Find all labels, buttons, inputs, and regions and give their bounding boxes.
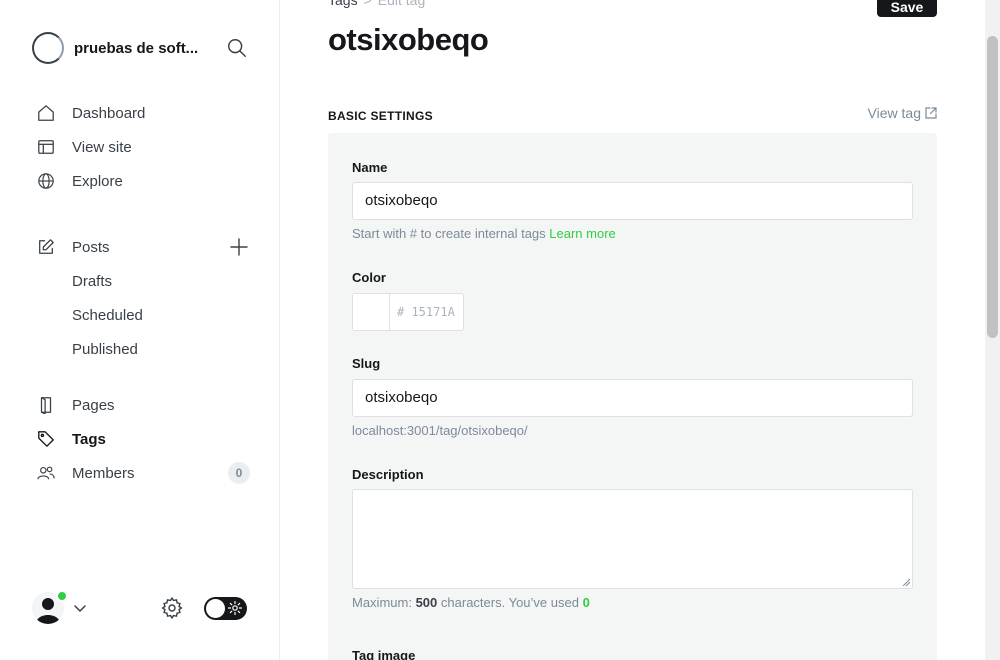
nav-label: Dashboard (72, 104, 146, 122)
nav-item-scheduled[interactable]: Scheduled (36, 298, 256, 332)
sidebar: pruebas de soft... Dashboard View site E… (0, 0, 280, 660)
members-count-badge: 0 (228, 462, 250, 484)
nav-label: View site (72, 138, 132, 156)
new-post-plus-icon[interactable] (228, 236, 250, 258)
sun-icon (228, 601, 242, 615)
name-hint-text: Start with # to create internal tags (352, 226, 546, 241)
gear-icon[interactable] (160, 596, 184, 620)
slug-label: Slug (352, 356, 381, 371)
name-label: Name (352, 160, 388, 175)
breadcrumb-tags-link[interactable]: Tags (328, 0, 358, 8)
chevron-down-icon[interactable] (72, 600, 88, 616)
globe-icon (36, 171, 56, 191)
dark-mode-toggle[interactable] (204, 597, 247, 620)
color-label: Color (352, 270, 386, 285)
sidebar-footer (32, 590, 248, 626)
section-header: BASIC SETTINGS View tag (328, 105, 937, 125)
main-content: Tags > Edit tag Save otsixobeqo BASIC SE… (280, 0, 985, 660)
name-input[interactable]: otsixobeqo (352, 182, 913, 220)
site-logo (32, 32, 64, 64)
primary-nav: Dashboard View site Explore (36, 96, 256, 198)
search-icon[interactable] (226, 37, 248, 59)
site-name: pruebas de soft... (74, 39, 199, 57)
nav-item-tags[interactable]: Tags (36, 422, 256, 456)
desc-hint-mid: characters. You’ve used (440, 595, 579, 610)
description-hint: Maximum: 500 characters. You’ve used 0 (352, 595, 590, 610)
basic-settings-panel: Name otsixobeqo Start with # to create i… (328, 133, 937, 660)
breadcrumb-separator: > (363, 0, 372, 8)
section-title: BASIC SETTINGS (328, 109, 433, 123)
nav-label: Posts (72, 238, 110, 256)
nav-item-members[interactable]: Members 0 (36, 456, 256, 490)
color-picker[interactable]: # 15171A (352, 293, 464, 331)
save-button[interactable]: Save (877, 0, 937, 17)
color-hex-input[interactable]: # 15171A (390, 294, 455, 330)
slug-input[interactable]: otsixobeqo (352, 379, 913, 417)
toggle-knob (206, 599, 225, 618)
color-swatch[interactable] (353, 294, 390, 330)
view-tag-link[interactable]: View tag (868, 105, 937, 121)
nav-label: Pages (72, 396, 115, 414)
breadcrumb: Tags > Edit tag (328, 0, 425, 8)
edit-icon (36, 237, 56, 257)
nav-label: Scheduled (72, 306, 143, 324)
nav-label: Published (72, 340, 138, 358)
resize-grip-icon[interactable] (902, 578, 910, 586)
description-textarea[interactable] (352, 489, 913, 589)
nav-item-posts[interactable]: Posts (36, 230, 256, 264)
nav-label: Drafts (72, 272, 113, 290)
nav-item-pages[interactable]: Pages (36, 388, 256, 422)
tag-image-label: Tag image (352, 648, 416, 660)
home-icon (36, 103, 56, 123)
nav-item-explore[interactable]: Explore (36, 164, 256, 198)
desc-max-count: 500 (415, 595, 438, 610)
external-link-icon (925, 107, 937, 119)
scrollbar-thumb[interactable] (987, 36, 998, 338)
breadcrumb-current: Edit tag (377, 0, 426, 8)
online-status-dot (56, 590, 68, 602)
site-brand[interactable]: pruebas de soft... (32, 32, 206, 64)
posts-nav: Posts Drafts Scheduled Published (36, 230, 256, 366)
name-hint: Start with # to create internal tags Lea… (352, 226, 616, 241)
view-site-icon (36, 137, 56, 157)
nav-label: Members (72, 464, 135, 482)
tag-icon (36, 429, 56, 449)
nav-label: Explore (72, 172, 123, 190)
desc-hint-prefix: Maximum: (352, 595, 412, 610)
page-scrollbar[interactable] (985, 0, 1000, 660)
description-label: Description (352, 467, 424, 482)
nav-item-drafts[interactable]: Drafts (36, 264, 256, 298)
learn-more-link[interactable]: Learn more (549, 226, 615, 241)
view-tag-label: View tag (867, 105, 921, 121)
members-icon (36, 463, 56, 483)
desc-used-count: 0 (582, 595, 590, 610)
nav-item-dashboard[interactable]: Dashboard (36, 96, 256, 130)
nav-item-view-site[interactable]: View site (36, 130, 256, 164)
page-title: otsixobeqo (328, 22, 489, 57)
pages-icon (36, 395, 56, 415)
nav-label: Tags (72, 430, 106, 448)
secondary-nav: Pages Tags Members 0 (36, 388, 256, 490)
slug-url-preview: localhost:3001/tag/otsixobeqo/ (352, 423, 528, 438)
nav-item-published[interactable]: Published (36, 332, 256, 366)
